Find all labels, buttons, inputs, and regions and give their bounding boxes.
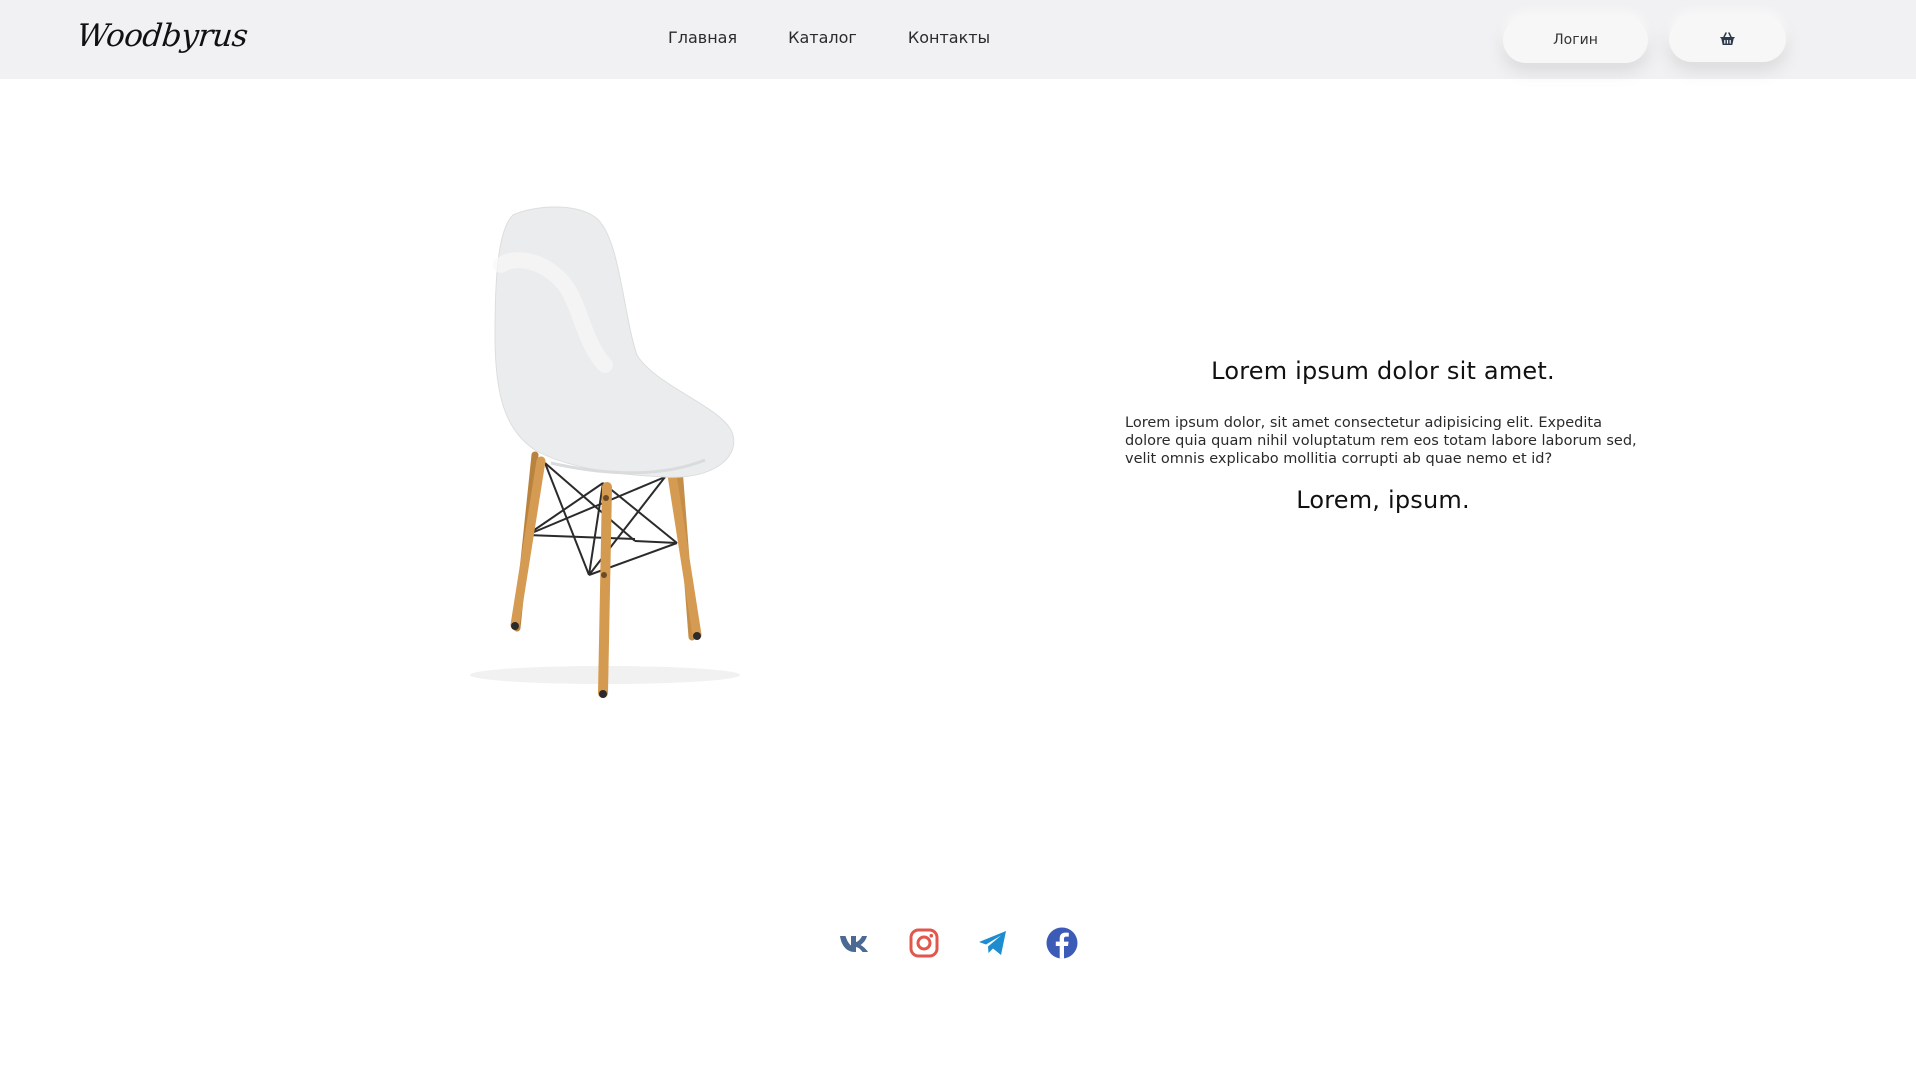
cart-button[interactable] — [1669, 16, 1786, 62]
nav-link-home[interactable]: Главная — [668, 28, 737, 47]
hero-subtitle: Lorem, ipsum. — [1296, 486, 1470, 514]
login-button[interactable]: Логин — [1503, 17, 1648, 63]
product-image — [470, 206, 740, 698]
vk-icon — [840, 936, 868, 952]
nav-link-catalog[interactable]: Каталог — [788, 28, 857, 47]
facebook-icon — [1046, 927, 1078, 959]
hero-description: Lorem ipsum dolor, sit amet consectetur … — [1125, 415, 1637, 467]
telegram-link[interactable] — [976, 926, 1010, 960]
basket-icon — [1720, 32, 1735, 45]
instagram-icon — [909, 928, 939, 958]
social-links — [838, 926, 1079, 960]
nav-link-contacts[interactable]: Контакты — [908, 28, 990, 47]
hero-title: Lorem ipsum dolor sit amet. — [1211, 357, 1555, 385]
main-nav: Главная Каталог Контакты — [668, 28, 990, 47]
telegram-icon — [979, 931, 1006, 955]
site-header: Woodbyrus Главная Каталог Контакты Логин — [0, 0, 1916, 79]
instagram-link[interactable] — [907, 926, 941, 960]
site-logo[interactable]: Woodbyrus — [75, 18, 249, 54]
hero-text-block: Lorem ipsum dolor sit amet. Lorem ipsum … — [1125, 357, 1641, 514]
facebook-link[interactable] — [1045, 926, 1079, 960]
vk-link[interactable] — [838, 926, 872, 960]
